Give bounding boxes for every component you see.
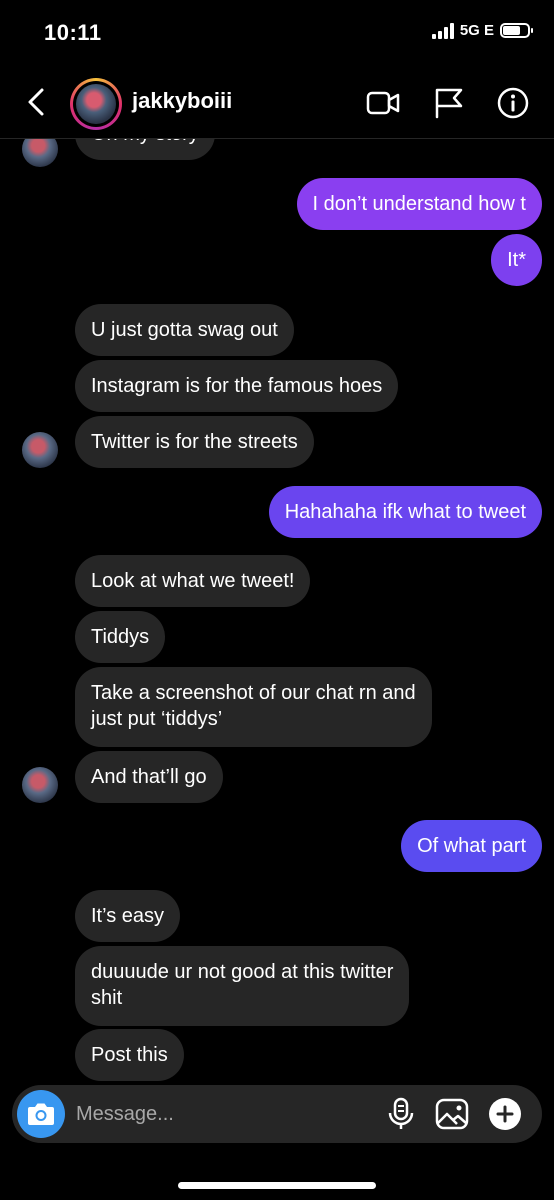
username[interactable]: jakkyboiii [132, 88, 232, 114]
status-time: 10:11 [44, 20, 102, 45]
message-bubble[interactable]: Instagram is for the famous hoes [75, 360, 399, 412]
message-composer [12, 1085, 542, 1143]
gallery-icon[interactable] [435, 1097, 469, 1131]
battery-icon [500, 23, 533, 38]
status-indicators: 5G E [431, 22, 533, 39]
network-label: 5G E [459, 22, 494, 39]
message-bubble[interactable]: I don’t understand how t [296, 178, 542, 230]
home-indicator [178, 1182, 376, 1189]
header-avatar[interactable] [70, 78, 122, 130]
avatar[interactable] [22, 139, 58, 167]
message-bubble[interactable]: Twitter is for the streets [75, 416, 314, 468]
message-bubble[interactable]: On my story [75, 139, 215, 160]
message-line: shit [91, 987, 123, 1009]
info-icon[interactable] [496, 86, 530, 120]
camera-button[interactable] [17, 1090, 65, 1138]
message-bubble[interactable]: It* [491, 234, 542, 286]
message-line: just put ‘tiddys’ [91, 708, 223, 730]
back-icon[interactable] [24, 86, 52, 118]
chat-header: jakkyboiii [0, 66, 554, 139]
signal-icon [431, 22, 454, 39]
video-call-icon[interactable] [366, 86, 400, 120]
message-line: duuuude ur not good at this twitter [91, 961, 394, 983]
avatar[interactable] [22, 767, 58, 803]
message-bubble-multiline[interactable]: Take a screenshot of our chat rn and jus… [75, 667, 432, 747]
status-bar: 10:11 5G E [0, 0, 554, 66]
message-bubble[interactable]: Hahahaha ifk what to tweet [268, 486, 542, 538]
message-bubble[interactable]: U just gotta swag out [75, 304, 294, 356]
microphone-icon[interactable] [384, 1097, 418, 1131]
message-bubble[interactable]: Of what part [401, 820, 542, 872]
message-bubble[interactable]: And that’ll go [75, 751, 223, 803]
message-bubble[interactable]: It’s easy [75, 890, 180, 942]
message-bubble-multiline[interactable]: duuuude ur not good at this twitter shit [75, 946, 410, 1026]
camera-icon [28, 1103, 54, 1125]
message-bubble[interactable]: Tiddys [75, 611, 166, 663]
avatar[interactable] [22, 432, 58, 468]
message-bubble[interactable]: Post this [75, 1029, 184, 1081]
message-line: Take a screenshot of our chat rn and [91, 682, 416, 704]
message-input[interactable] [76, 1101, 366, 1127]
message-bubble[interactable]: Look at what we tweet! [75, 555, 311, 607]
message-thread: On my story I don’t understand how t It*… [0, 139, 554, 1085]
flag-icon[interactable] [432, 86, 466, 120]
plus-icon[interactable] [488, 1097, 522, 1131]
